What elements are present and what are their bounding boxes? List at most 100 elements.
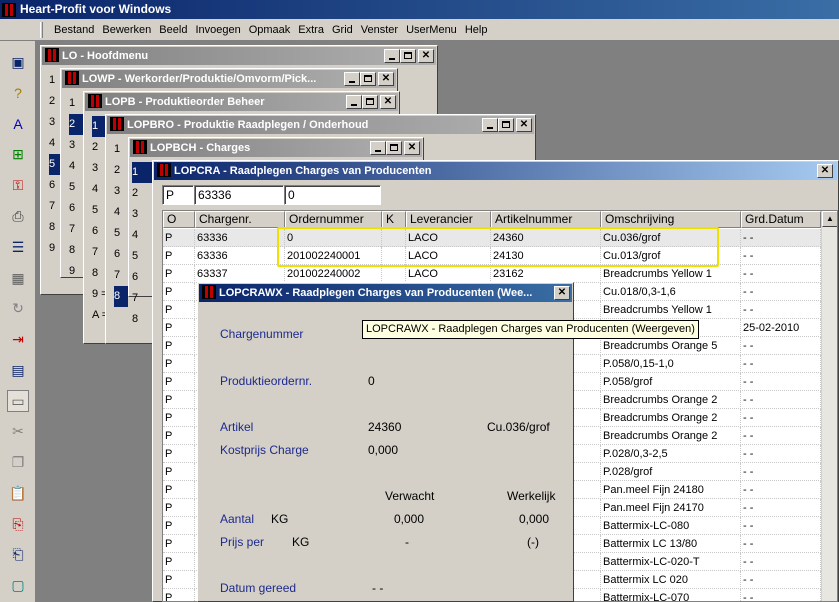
close-button[interactable]: ✕ <box>380 95 396 109</box>
window-tool-button[interactable]: ▣ <box>7 51 29 73</box>
form-tool-button[interactable]: ▭ <box>7 390 29 412</box>
window-lopbro-titlebar[interactable]: LOPBRO - Produktie Raadplegen / Onderhou… <box>107 116 534 134</box>
list-tool-button[interactable]: ☰ <box>7 236 29 258</box>
maximize-button[interactable] <box>498 118 514 132</box>
clipboard-tool-button[interactable]: 📋 <box>7 482 29 504</box>
menu-option[interactable]: 2 <box>69 114 83 135</box>
menu-option[interactable]: 1 <box>132 162 152 183</box>
minimize-button[interactable] <box>384 49 400 63</box>
menu-option[interactable]: 6 <box>132 267 152 288</box>
column-header[interactable]: Grd.Datum <box>741 211 821 228</box>
window-lopbch-titlebar[interactable]: LOPBCH - Charges ✕ <box>130 139 422 157</box>
table-row[interactable]: P 63337 201002240002 LACO 23162 Breadcrumbs Y… <box>163 265 821 283</box>
menu-option[interactable]: 6 <box>69 198 83 219</box>
table-cell: Breadcrumbs Orange 2 <box>601 427 741 445</box>
close-button[interactable]: ✕ <box>554 286 570 300</box>
menu-help[interactable]: Help <box>461 19 492 41</box>
menu-bestand[interactable]: Bestand <box>50 19 98 41</box>
column-header[interactable]: Ordernummer <box>285 211 382 228</box>
table-row[interactable]: P 63336 201002240001 LACO 24130 Cu.013/grof - … <box>163 247 821 265</box>
column-header[interactable]: Leverancier <box>406 211 491 228</box>
menu-option[interactable]: 2 <box>132 183 152 204</box>
export-tool-button[interactable]: ⇥ <box>7 328 29 350</box>
aantal-label: Aantal <box>220 512 255 526</box>
menu-extra[interactable]: Extra <box>294 19 328 41</box>
menu-option[interactable]: 4 <box>132 225 152 246</box>
menu-option[interactable]: 5 <box>114 223 128 244</box>
table-row[interactable]: P 63336 0 LACO 24360 Cu.036/grof - - <box>163 229 821 247</box>
maximize-button[interactable] <box>400 49 416 63</box>
maximize-button[interactable] <box>360 72 376 86</box>
menu-option[interactable]: 8 <box>114 286 128 307</box>
window-lopcra-titlebar[interactable]: LOPCRA - Raadplegen Charges van Producen… <box>154 162 837 180</box>
minimize-button[interactable] <box>482 118 498 132</box>
close-button[interactable]: ✕ <box>516 118 532 132</box>
key-tool-button[interactable]: ⚿ <box>7 174 29 196</box>
menu-option[interactable]: 5 <box>132 246 152 267</box>
menu-option[interactable]: 8 <box>69 240 83 261</box>
close-button[interactable]: ✕ <box>404 141 420 155</box>
filter-charge-input[interactable]: 63336 <box>194 185 284 205</box>
menu-grid[interactable]: Grid <box>328 19 357 41</box>
close-button[interactable]: ✕ <box>817 164 833 178</box>
window-lopb-titlebar[interactable]: LOPB - Produktieorder Beheer ✕ <box>85 93 398 111</box>
maximize-button[interactable] <box>386 141 402 155</box>
paste-special-tool-button[interactable]: ⎗ <box>7 543 29 565</box>
tree-tool-button[interactable]: ⊞ <box>7 143 29 165</box>
grid-tool-button[interactable]: ▦ <box>7 267 29 289</box>
menu-option[interactable]: 9 <box>69 261 83 282</box>
menu-option[interactable]: 7 <box>132 288 152 309</box>
paste-tool-button[interactable]: ⎘ <box>7 513 29 535</box>
minimize-button[interactable] <box>344 72 360 86</box>
menu-option[interactable]: 4 <box>69 156 83 177</box>
minimize-button[interactable] <box>346 95 362 109</box>
menu-option[interactable]: 3 <box>132 204 152 225</box>
font-tool-button[interactable]: A <box>7 113 29 135</box>
table-cell: - - <box>741 463 821 481</box>
menu-option[interactable]: 1 <box>69 93 83 114</box>
menu-list-lopbro: 12345678 <box>114 139 128 307</box>
filter-order-input[interactable]: 0 <box>284 185 381 205</box>
menu-option[interactable]: 2 <box>114 160 128 181</box>
menu-venster[interactable]: Venster <box>357 19 402 41</box>
scroll-up-button[interactable]: ▲ <box>822 211 837 227</box>
column-header[interactable]: O <box>163 211 195 228</box>
vertical-scrollbar[interactable]: ▲ <box>821 211 837 601</box>
close-button[interactable]: ✕ <box>418 49 434 63</box>
menu-option[interactable]: 7 <box>114 265 128 286</box>
chart-tool-button[interactable]: ▤ <box>7 359 29 381</box>
window-lopcrawx-titlebar[interactable]: LOPCRAWX - Raadplegen Charges van Produc… <box>199 284 572 302</box>
help-tool-button[interactable]: ? <box>7 82 29 104</box>
menu-option[interactable]: 6 <box>114 244 128 265</box>
cut-tool-button[interactable]: ✂ <box>7 420 29 442</box>
print-tool-button[interactable]: ⎙ <box>7 205 29 227</box>
maximize-button[interactable] <box>362 95 378 109</box>
filter-type-input[interactable]: P <box>162 185 194 205</box>
window-controls: ✕ <box>552 286 570 300</box>
menu-option[interactable]: 1 <box>114 139 128 160</box>
menu-option[interactable]: 5 <box>69 177 83 198</box>
print-icon: ⎙ <box>12 207 24 224</box>
menu-option[interactable]: 7 <box>69 219 83 240</box>
column-header[interactable]: K <box>382 211 406 228</box>
menu-option[interactable]: 8 <box>132 309 152 330</box>
refresh-tool-button[interactable]: ↻ <box>7 297 29 319</box>
menu-option[interactable]: 3 <box>114 181 128 202</box>
close-button[interactable]: ✕ <box>378 72 394 86</box>
menu-beeld[interactable]: Beeld <box>155 19 191 41</box>
monitor-tool-button[interactable]: ▢ <box>7 574 29 596</box>
minimize-button[interactable] <box>370 141 386 155</box>
menu-option[interactable]: 3 <box>69 135 83 156</box>
menu-bewerken[interactable]: Bewerken <box>98 19 155 41</box>
menu-option[interactable]: 4 <box>114 202 128 223</box>
column-header[interactable]: Omschrijving <box>601 211 741 228</box>
menu-usermenu[interactable]: UserMenu <box>402 19 461 41</box>
column-header[interactable]: Chargenr. <box>195 211 285 228</box>
menu-invoegen[interactable]: Invoegen <box>191 19 244 41</box>
menubar-grip[interactable] <box>40 22 43 38</box>
copy-tool-button[interactable]: ❐ <box>7 451 29 473</box>
column-header[interactable]: Artikelnummer <box>491 211 601 228</box>
window-lo-titlebar[interactable]: LO - Hoofdmenu ✕ <box>42 47 436 65</box>
window-lowp-titlebar[interactable]: LOWP - Werkorder/Produktie/Omvorm/Pick..… <box>62 70 396 88</box>
menu-opmaak[interactable]: Opmaak <box>245 19 295 41</box>
